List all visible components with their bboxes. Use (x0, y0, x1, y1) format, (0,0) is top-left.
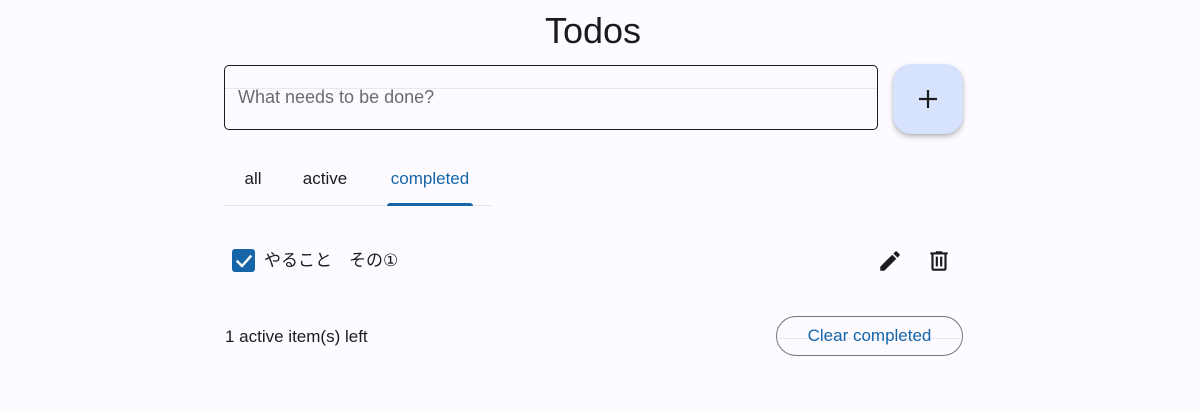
clear-completed-button[interactable]: Clear completed (776, 316, 963, 356)
edit-button[interactable] (871, 242, 909, 280)
tab-completed[interactable]: completed (387, 152, 473, 205)
filter-tabs: all active completed (224, 152, 492, 206)
trash-icon (930, 251, 948, 271)
new-todo-input[interactable] (238, 66, 858, 128)
todo-checkbox[interactable] (232, 249, 255, 272)
todo-label: やること その① (264, 251, 399, 270)
new-todo-field[interactable] (224, 65, 878, 130)
delete-button[interactable] (920, 242, 958, 280)
page-title: Todos (544, 10, 642, 51)
todo-app: Todos all active completed やること その① (0, 0, 1200, 411)
tab-indicator (387, 203, 473, 206)
todo-item: やること その① (224, 232, 964, 290)
plus-icon (919, 90, 937, 108)
add-todo-button[interactable] (893, 64, 963, 134)
tab-active[interactable]: active (288, 152, 362, 205)
checkmark-icon (235, 254, 252, 268)
pencil-icon (880, 251, 900, 271)
tab-all[interactable]: all (224, 152, 282, 205)
items-left-count: 1 active item(s) left (225, 327, 368, 346)
clear-completed-label: Clear completed (807, 326, 932, 345)
